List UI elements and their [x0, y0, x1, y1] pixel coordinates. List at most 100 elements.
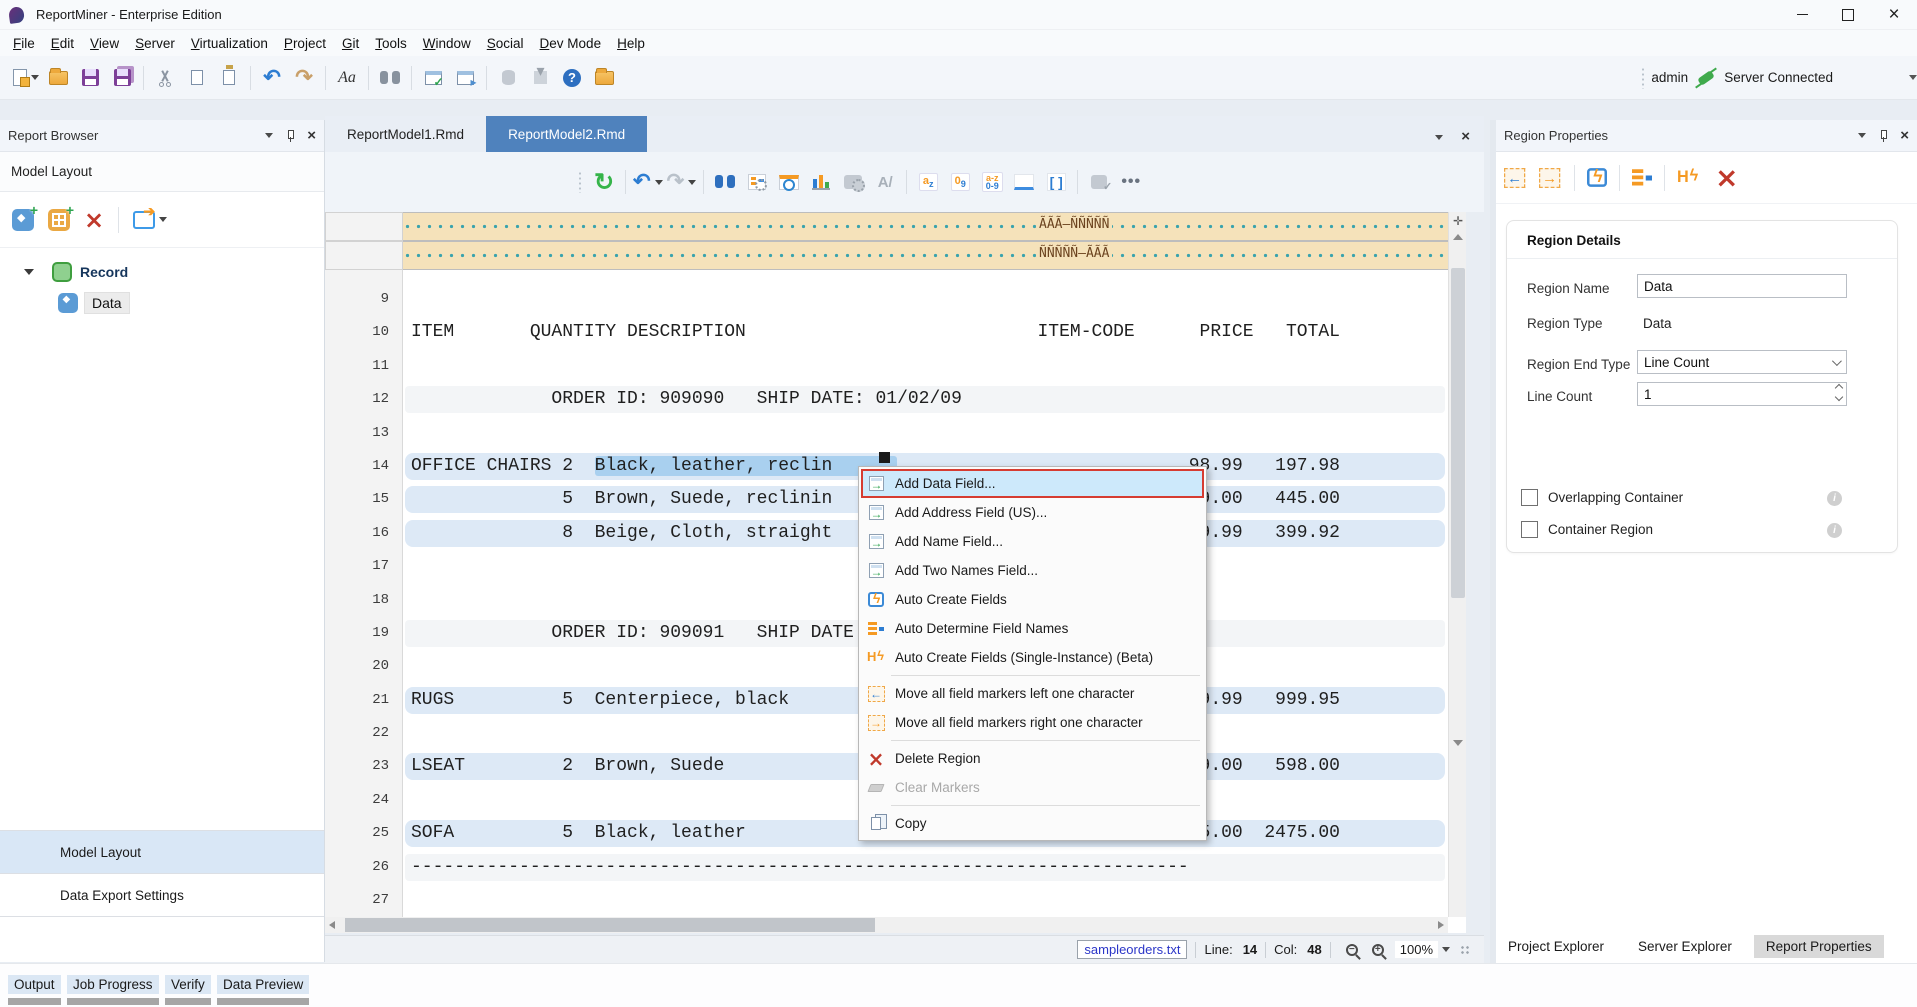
- region-ruler-row-2[interactable]: ÑÑÑÑÑ–ÃÃÃ: [325, 241, 1448, 270]
- more-button[interactable]: •••: [1117, 167, 1145, 197]
- menu-item-move-markers-right[interactable]: Move all field markers right one charact…: [861, 708, 1204, 737]
- line-count-stepper[interactable]: 1: [1637, 382, 1847, 406]
- scroll-up-icon[interactable]: [1453, 234, 1463, 240]
- nav-data-export-settings[interactable]: Data Export Settings: [0, 873, 324, 916]
- pin-icon[interactable]: [285, 130, 295, 142]
- menu-item-auto-create-fields-single[interactable]: Auto Create Fields (Single-Instance) (Be…: [861, 643, 1204, 672]
- refresh-button[interactable]: ↻: [590, 167, 618, 197]
- minimize-button[interactable]: [1779, 0, 1825, 30]
- redo-button[interactable]: ↷: [667, 167, 697, 197]
- scroll-left-icon[interactable]: [329, 921, 335, 929]
- auto-create-single-icon[interactable]: [1677, 168, 1700, 187]
- move-right-icon[interactable]: [1539, 168, 1560, 188]
- menu-virtualization[interactable]: Virtualization: [183, 33, 276, 54]
- find-button[interactable]: [376, 63, 404, 93]
- numeric-button[interactable]: 09: [946, 167, 974, 197]
- preview-button[interactable]: [775, 167, 803, 197]
- menu-item-add-name-field[interactable]: Add Name Field...: [861, 527, 1204, 556]
- find-button[interactable]: [711, 167, 739, 197]
- editor-line[interactable]: 10ITEM QUANTITY DESCRIPTION ITEM-CODE PR…: [325, 316, 1448, 349]
- delete-region-icon[interactable]: ×: [84, 211, 104, 229]
- chart-button[interactable]: [807, 167, 835, 197]
- horizontal-scroll-thumb[interactable]: [345, 918, 875, 932]
- horizontal-scrollbar[interactable]: [325, 917, 1448, 933]
- undo-button[interactable]: ↶: [258, 63, 286, 93]
- import-button[interactable]: [526, 63, 554, 93]
- font-edit-button[interactable]: A/: [871, 167, 899, 197]
- tab-output[interactable]: Output: [8, 975, 61, 1005]
- tab-server-explorer[interactable]: Server Explorer: [1626, 935, 1744, 958]
- scroll-right-icon[interactable]: [1438, 921, 1444, 929]
- menu-git[interactable]: Git: [334, 33, 367, 54]
- auto-create-fields-icon[interactable]: [1587, 168, 1607, 187]
- auto-determine-icon[interactable]: [1632, 169, 1652, 187]
- menu-window[interactable]: Window: [415, 33, 479, 54]
- menu-item-move-markers-left[interactable]: Move all field markers left one characte…: [861, 679, 1204, 708]
- tab-reportmodel2[interactable]: ReportModel2.Rmd: [486, 116, 647, 152]
- menu-item-copy[interactable]: Copy: [861, 809, 1204, 838]
- close-button[interactable]: [1871, 0, 1917, 30]
- export-button[interactable]: [133, 211, 167, 229]
- menu-view[interactable]: View: [82, 33, 127, 54]
- nav-model-layout[interactable]: Model Layout: [0, 830, 324, 873]
- source-file-link[interactable]: sampleorders.txt: [1077, 940, 1187, 959]
- help-button[interactable]: ?: [558, 63, 586, 93]
- overlapping-container-checkbox[interactable]: [1521, 489, 1538, 506]
- panel-menu-icon[interactable]: [1858, 133, 1866, 138]
- tab-list-icon[interactable]: [1435, 135, 1443, 140]
- vertical-scrollbar[interactable]: ✛: [1448, 212, 1466, 917]
- delete-region-icon[interactable]: ×: [1715, 169, 1738, 187]
- zoom-out-icon[interactable]: −: [1346, 944, 1358, 956]
- check-window-button[interactable]: [419, 63, 447, 93]
- menu-devmode[interactable]: Dev Mode: [532, 33, 610, 54]
- alphanumeric-button[interactable]: a-z0-9: [978, 167, 1006, 197]
- underscore-button[interactable]: [1010, 167, 1038, 197]
- auto-fields-button[interactable]: [743, 167, 771, 197]
- container-region-checkbox[interactable]: [1521, 521, 1538, 538]
- field-marker[interactable]: [879, 452, 890, 463]
- toolbar-drag-handle[interactable]: [1641, 67, 1645, 89]
- compare-window-button[interactable]: [451, 63, 479, 93]
- vertical-scroll-thumb[interactable]: [1451, 268, 1465, 598]
- resize-grip[interactable]: [1460, 945, 1470, 955]
- zoom-level[interactable]: 100%: [1395, 941, 1438, 958]
- menu-tools[interactable]: Tools: [367, 33, 415, 54]
- undo-button[interactable]: ↶: [633, 167, 663, 197]
- menu-item-add-two-names-field[interactable]: Add Two Names Field...: [861, 556, 1204, 585]
- region-end-type-select[interactable]: Line Count: [1637, 350, 1847, 374]
- add-region-icon[interactable]: [12, 209, 34, 231]
- menu-item-auto-create-fields[interactable]: Auto Create Fields: [861, 585, 1204, 614]
- editor-line[interactable]: 13: [325, 417, 1448, 450]
- editor-line[interactable]: 27: [325, 884, 1448, 917]
- menu-social[interactable]: Social: [479, 33, 532, 54]
- maximize-button[interactable]: [1825, 0, 1871, 30]
- save-all-button[interactable]: [108, 63, 136, 93]
- zoom-in-icon[interactable]: +: [1372, 944, 1384, 956]
- font-button[interactable]: Aa: [333, 63, 361, 93]
- save-button[interactable]: [76, 63, 104, 93]
- menu-project[interactable]: Project: [276, 33, 334, 54]
- verify-button[interactable]: [1085, 167, 1113, 197]
- tab-project-explorer[interactable]: Project Explorer: [1496, 935, 1616, 958]
- db-button[interactable]: [494, 63, 522, 93]
- pin-icon[interactable]: [1878, 130, 1888, 142]
- tab-reportmodel1[interactable]: ReportModel1.Rmd: [325, 116, 486, 152]
- open-button[interactable]: [44, 63, 72, 93]
- tree-node-data[interactable]: Data: [0, 287, 324, 318]
- menu-server[interactable]: Server: [127, 33, 183, 54]
- tab-job-progress[interactable]: Job Progress: [67, 975, 159, 1005]
- menu-help[interactable]: Help: [609, 33, 653, 54]
- region-ruler-row-1[interactable]: ÃÃÃ–ÑÑÑÑÑ: [325, 212, 1448, 241]
- splitter-handle-icon[interactable]: ✛: [1451, 214, 1465, 230]
- editor-line[interactable]: 12 ORDER ID: 909090 SHIP DATE: 01/02/09: [325, 383, 1448, 416]
- tab-verify[interactable]: Verify: [165, 975, 211, 1005]
- stepper-up-icon[interactable]: [1835, 384, 1843, 392]
- toolbar-overflow-icon[interactable]: [1909, 75, 1917, 80]
- stepper-down-icon[interactable]: [1835, 393, 1843, 401]
- tree-expander-icon[interactable]: [24, 269, 34, 275]
- new-report-button[interactable]: [12, 63, 40, 93]
- cut-button[interactable]: [151, 63, 179, 93]
- close-icon[interactable]: ×: [307, 131, 316, 141]
- close-icon[interactable]: ×: [1900, 131, 1909, 141]
- tree-node-record[interactable]: Record: [0, 256, 324, 287]
